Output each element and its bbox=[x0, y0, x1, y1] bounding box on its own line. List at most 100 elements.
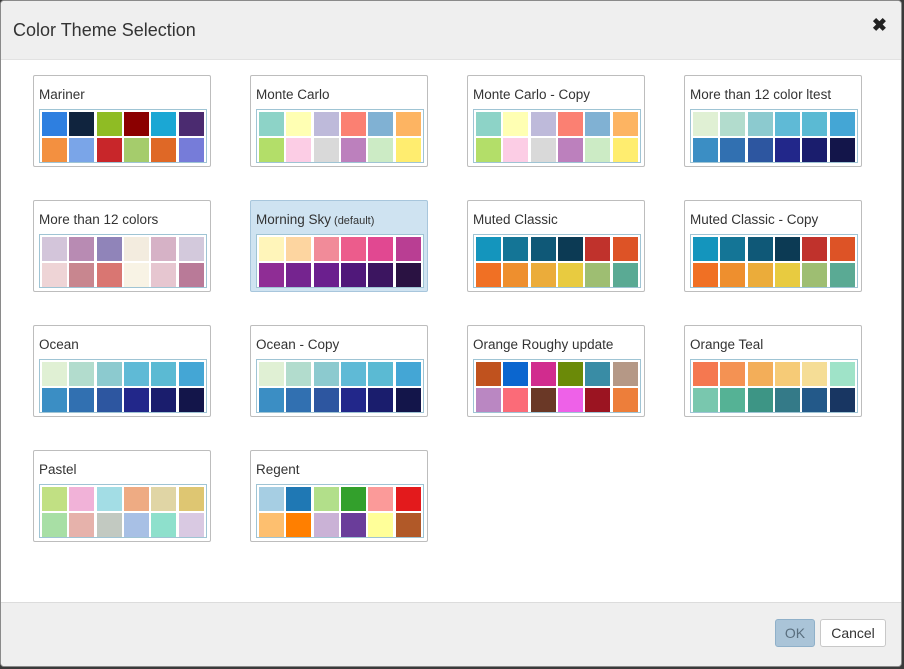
color-swatch bbox=[123, 138, 149, 162]
color-swatch bbox=[802, 112, 828, 136]
color-swatch bbox=[612, 263, 638, 287]
theme-name: More than 12 color ltest bbox=[690, 87, 831, 102]
color-swatch-grid bbox=[690, 109, 858, 163]
color-swatch bbox=[368, 138, 394, 162]
color-swatch bbox=[693, 362, 718, 386]
color-swatch-grid bbox=[690, 359, 858, 413]
theme-name: Mariner bbox=[39, 87, 85, 102]
theme-name-label: Morning Sky bbox=[256, 212, 332, 227]
color-swatch bbox=[69, 362, 95, 386]
theme-name-label: Ocean - Copy bbox=[256, 337, 340, 352]
color-swatch bbox=[585, 112, 611, 136]
color-swatch bbox=[69, 388, 95, 412]
color-swatch bbox=[503, 362, 529, 386]
color-swatch bbox=[123, 112, 149, 136]
color-swatch bbox=[340, 513, 366, 537]
color-swatch-grid bbox=[690, 234, 858, 288]
color-swatch-grid bbox=[473, 359, 641, 413]
close-icon[interactable]: ✖ bbox=[872, 15, 887, 35]
theme-name-label: Mariner bbox=[39, 87, 85, 102]
color-swatch bbox=[313, 388, 339, 412]
color-swatch bbox=[96, 513, 122, 537]
color-swatch bbox=[42, 263, 67, 287]
color-swatch bbox=[42, 487, 67, 511]
color-swatch-grid bbox=[256, 234, 424, 288]
color-swatch bbox=[151, 263, 177, 287]
color-swatch bbox=[178, 263, 204, 287]
color-swatch bbox=[693, 388, 718, 412]
theme-card[interactable]: Monte Carlo bbox=[250, 75, 428, 167]
theme-name: Ocean bbox=[39, 337, 79, 352]
color-swatch bbox=[829, 388, 855, 412]
theme-name: Monte Carlo bbox=[256, 87, 330, 102]
color-swatch bbox=[503, 237, 529, 261]
color-swatch bbox=[286, 112, 312, 136]
color-swatch bbox=[313, 237, 339, 261]
theme-card[interactable]: Morning Sky (default) bbox=[250, 200, 428, 292]
color-swatch bbox=[340, 138, 366, 162]
theme-name-label: Monte Carlo - Copy bbox=[473, 87, 591, 102]
color-swatch bbox=[747, 112, 773, 136]
color-swatch bbox=[503, 138, 529, 162]
color-swatch bbox=[368, 362, 394, 386]
theme-card[interactable]: Muted Classic bbox=[467, 200, 645, 292]
color-swatch bbox=[476, 362, 501, 386]
theme-card[interactable]: Ocean - Copy bbox=[250, 325, 428, 417]
theme-name: Monte Carlo - Copy bbox=[473, 87, 590, 102]
color-swatch bbox=[720, 362, 746, 386]
theme-card[interactable]: Pastel bbox=[33, 450, 211, 542]
color-swatch bbox=[340, 487, 366, 511]
color-swatch bbox=[42, 112, 67, 136]
ok-button[interactable]: OK bbox=[775, 619, 815, 647]
color-swatch bbox=[259, 112, 284, 136]
color-swatch-grid bbox=[39, 484, 207, 538]
color-swatch bbox=[151, 388, 177, 412]
color-swatch bbox=[259, 487, 284, 511]
theme-card[interactable]: Orange Roughy update bbox=[467, 325, 645, 417]
color-swatch bbox=[802, 263, 828, 287]
theme-card[interactable]: Muted Classic - Copy bbox=[684, 200, 862, 292]
theme-card[interactable]: Ocean bbox=[33, 325, 211, 417]
color-swatch bbox=[96, 362, 122, 386]
color-swatch bbox=[259, 237, 284, 261]
theme-name-label: Muted Classic - Copy bbox=[690, 212, 819, 227]
theme-name-label: Monte Carlo bbox=[256, 87, 330, 102]
color-swatch bbox=[720, 237, 746, 261]
color-swatch bbox=[178, 112, 204, 136]
theme-name-label: Pastel bbox=[39, 462, 77, 477]
color-swatch bbox=[96, 138, 122, 162]
color-swatch bbox=[69, 487, 95, 511]
color-swatch bbox=[286, 263, 312, 287]
color-swatch bbox=[178, 138, 204, 162]
color-swatch bbox=[395, 237, 421, 261]
cancel-button[interactable]: Cancel bbox=[820, 619, 886, 647]
color-swatch bbox=[151, 513, 177, 537]
color-swatch bbox=[503, 263, 529, 287]
color-swatch bbox=[259, 362, 284, 386]
color-swatch-grid bbox=[39, 109, 207, 163]
theme-card[interactable]: Mariner bbox=[33, 75, 211, 167]
color-swatch bbox=[69, 513, 95, 537]
color-swatch bbox=[178, 487, 204, 511]
color-swatch bbox=[802, 138, 828, 162]
color-swatch bbox=[368, 388, 394, 412]
color-swatch bbox=[612, 388, 638, 412]
theme-name-label: Orange Teal bbox=[690, 337, 764, 352]
theme-card[interactable]: More than 12 color ltest bbox=[684, 75, 862, 167]
color-swatch-grid bbox=[256, 109, 424, 163]
color-swatch-grid bbox=[39, 234, 207, 288]
color-swatch bbox=[476, 263, 501, 287]
theme-card[interactable]: Monte Carlo - Copy bbox=[467, 75, 645, 167]
theme-card[interactable]: Regent bbox=[250, 450, 428, 542]
theme-name: Muted Classic bbox=[473, 212, 558, 227]
color-swatch bbox=[340, 388, 366, 412]
theme-name-label: Regent bbox=[256, 462, 300, 477]
color-swatch bbox=[747, 138, 773, 162]
theme-name-label: Ocean bbox=[39, 337, 79, 352]
theme-card[interactable]: More than 12 colors bbox=[33, 200, 211, 292]
color-swatch bbox=[557, 388, 583, 412]
color-swatch bbox=[123, 487, 149, 511]
color-swatch bbox=[42, 237, 67, 261]
color-swatch bbox=[313, 138, 339, 162]
theme-card[interactable]: Orange Teal bbox=[684, 325, 862, 417]
